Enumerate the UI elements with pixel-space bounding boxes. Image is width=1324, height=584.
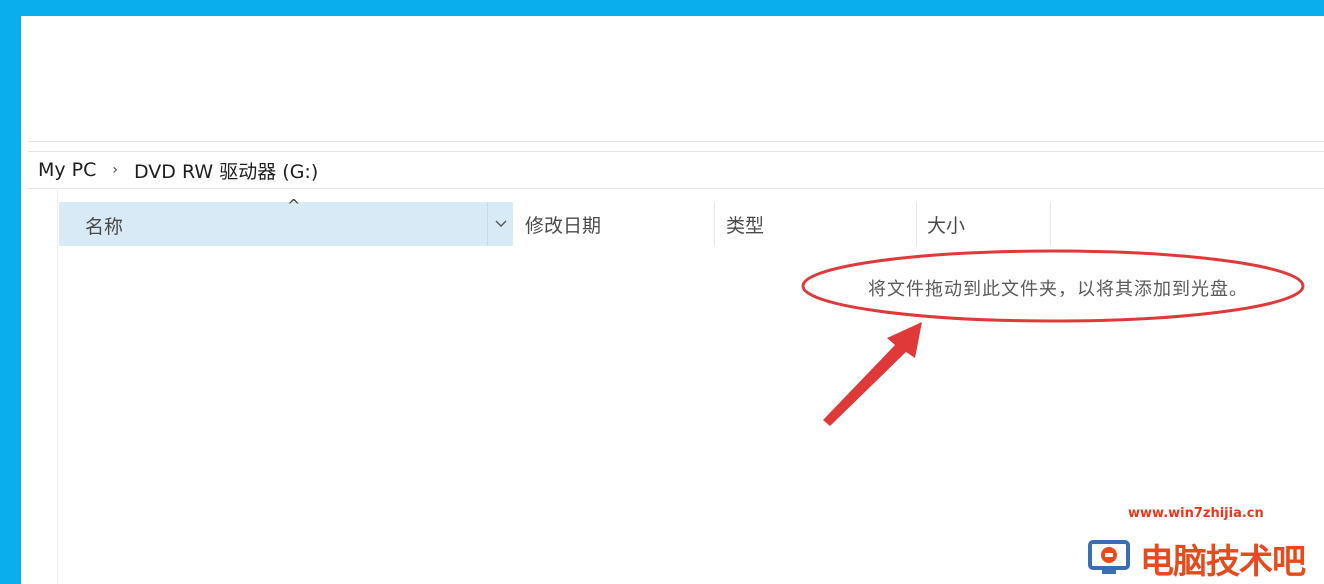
column-header-size[interactable]: 大小 — [927, 202, 1047, 246]
breadcrumb: My PC › DVD RW 驱动器 (G:) — [38, 157, 318, 183]
empty-folder-message: 将文件拖动到此文件夹，以将其添加到光盘。 — [868, 279, 1248, 300]
sort-ascending-icon: ^ — [287, 196, 301, 215]
column-divider[interactable] — [916, 202, 917, 246]
window-frame-left — [0, 0, 21, 584]
column-header-date-label: 修改日期 — [525, 214, 602, 237]
watermark-brand: 电脑技术吧 — [1140, 542, 1306, 582]
watermark-url: www.win7zhijia.cn — [1128, 506, 1264, 521]
monitor-icon — [1088, 540, 1130, 574]
column-header-name-label: 名称 — [85, 216, 124, 238]
breadcrumb-dvd-drive[interactable]: DVD RW 驱动器 (G:) — [134, 157, 318, 184]
address-bar-bottom-border — [28, 188, 1324, 189]
address-bar-top-border — [28, 151, 1324, 152]
column-header-type[interactable]: 类型 — [726, 202, 916, 246]
breadcrumb-my-pc[interactable]: My PC — [38, 159, 96, 181]
column-header-row: 名称 ^ 修改日期 类型 大小 — [59, 196, 1159, 246]
column-filter-dropdown-icon[interactable] — [487, 202, 514, 246]
column-header-date[interactable]: 修改日期 — [525, 202, 715, 246]
watermark-logo: 电脑技术吧 — [1084, 520, 1324, 584]
column-header-name[interactable]: 名称 ^ — [59, 196, 514, 246]
ribbon-divider — [28, 141, 1324, 142]
window-frame-top — [0, 0, 1324, 16]
breadcrumb-chevron-icon[interactable]: › — [112, 162, 118, 178]
navigation-pane-edge — [57, 188, 58, 584]
column-header-size-label: 大小 — [927, 214, 966, 237]
column-divider[interactable] — [714, 202, 715, 246]
column-header-type-label: 类型 — [726, 214, 765, 237]
column-divider[interactable] — [1050, 202, 1051, 246]
